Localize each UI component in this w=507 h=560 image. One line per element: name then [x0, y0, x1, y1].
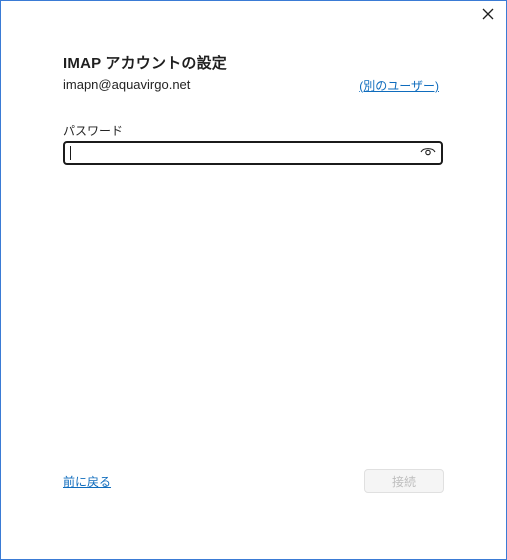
connect-button[interactable]: 接続: [364, 469, 444, 493]
back-link[interactable]: 前に戻る: [63, 473, 111, 490]
password-label: パスワード: [63, 124, 124, 138]
account-email: imapn@aquavirgo.net: [63, 77, 191, 92]
other-user-link[interactable]: (別のユーザー): [359, 77, 439, 94]
reveal-password-button[interactable]: [417, 144, 439, 162]
imap-setup-dialog: IMAP アカウントの設定 imapn@aquavirgo.net (別のユーザ…: [0, 0, 507, 560]
close-icon: [482, 7, 494, 25]
dialog-title: IMAP アカウントの設定: [63, 55, 227, 72]
password-field[interactable]: [63, 141, 443, 165]
eye-icon: [420, 144, 436, 162]
text-caret: [70, 146, 71, 160]
password-input[interactable]: [69, 143, 409, 163]
close-button[interactable]: [476, 5, 500, 27]
